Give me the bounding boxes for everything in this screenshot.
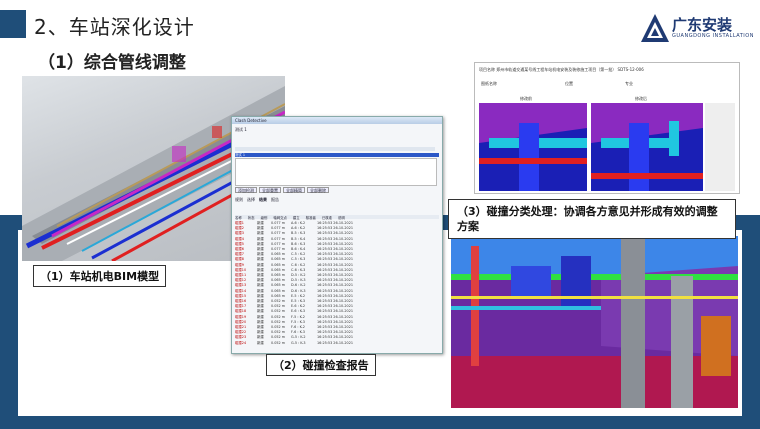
before-label: 修改前 bbox=[520, 96, 532, 101]
table-row[interactable]: 碰撞21 新建 0.052 m F-6 : K-2 16:25:53 26-10-202… bbox=[235, 325, 439, 329]
table-row[interactable]: 碰撞2 新建 0.077 m A-6 : K-2 16:25:53 26-10-2021 bbox=[235, 226, 439, 230]
table-row[interactable]: 碰撞3 新建 0.077 m B-5 : K-3 16:25:53 26-10-2021 bbox=[235, 231, 439, 235]
table-row[interactable]: 碰撞13 新建 0.065 m D-6 : K-2 16:25:53 26-10-202… bbox=[235, 283, 439, 287]
table-row[interactable]: 碰撞9 新建 0.065 m C-6 : K-2 16:25:53 26-10-2021 bbox=[235, 263, 439, 267]
table-row[interactable]: 碰撞5 新建 0.077 m B-6 : K-3 16:25:53 26-10-2021 bbox=[235, 242, 439, 246]
subsection-title: （1）综合管线调整 bbox=[38, 53, 186, 73]
section-title: 2、车站深化设计 bbox=[34, 15, 195, 39]
caption-bim-model: （1）车站机电BIM模型 bbox=[33, 265, 167, 287]
compact-all-button[interactable]: 全部精简 bbox=[283, 187, 305, 193]
doc-label-discipline: 专业 bbox=[625, 81, 633, 86]
table-row[interactable]: 碰撞16 新建 0.052 m E-5 : K-3 16:25:53 26-10-202… bbox=[235, 299, 439, 303]
table-row[interactable]: 碰撞17 新建 0.052 m E-6 : K-2 16:25:53 26-10-202… bbox=[235, 304, 439, 308]
table-row[interactable]: 碰撞23 新建 0.052 m G-5 : K-2 16:25:53 26-10-202… bbox=[235, 335, 439, 339]
logo-name: 广东安装 bbox=[672, 16, 733, 34]
table-row[interactable]: 碰撞8 新建 0.065 m C-5 : K-3 16:25:53 26-10-2021 bbox=[235, 257, 439, 261]
delete-all-button[interactable]: 全部删除 bbox=[307, 187, 329, 193]
table-row[interactable]: 碰撞1 新建 0.077 m A-6 : K-2 16:25:53 26-10-2021 bbox=[235, 221, 439, 225]
table-row[interactable]: 碰撞10 新建 0.065 m C-6 : K-3 16:25:53 26-10-202… bbox=[235, 268, 439, 272]
clash-report-window[interactable]: Clash Detective 测试 1 测试 1 添加检测 全部重置 全部精简… bbox=[231, 116, 443, 354]
clash-3d-scene bbox=[451, 236, 738, 408]
clash-document: 项目名称 郑州市轨道交通某号线工程车站机电安装及装修施工项目（第一批） SDTS… bbox=[474, 62, 740, 194]
table-row[interactable]: 碰撞20 新建 0.052 m F-5 : K-3 16:25:53 26-10-202… bbox=[235, 320, 439, 324]
tab-rules[interactable]: 规则 bbox=[235, 197, 243, 203]
table-row[interactable]: 碰撞7 新建 0.065 m C-5 : K-2 16:25:53 26-10-2021 bbox=[235, 252, 439, 256]
tab-results[interactable]: 结果 bbox=[259, 197, 267, 203]
table-row[interactable]: 碰撞6 新建 0.077 m B-6 : K-4 16:25:53 26-10-2021 bbox=[235, 247, 439, 251]
caption-clash-handling: （3）碰撞分类处理：协调各方意见并形成有效的调整方案 bbox=[448, 199, 736, 239]
tab-report[interactable]: 报告 bbox=[271, 197, 279, 203]
logo-subname: GUANGDONG INSTALLATION bbox=[672, 33, 754, 39]
table-row[interactable]: 碰撞22 新建 0.052 m F-6 : K-3 16:25:53 26-10-202… bbox=[235, 330, 439, 334]
selected-test-row[interactable]: 测试 1 bbox=[235, 153, 439, 157]
logo-mark-icon bbox=[641, 14, 669, 42]
reset-all-button[interactable]: 全部重置 bbox=[259, 187, 281, 193]
test-name: 测试 1 bbox=[235, 127, 247, 132]
doc-label-location: 位置 bbox=[565, 81, 573, 86]
before-after-views bbox=[479, 103, 735, 191]
add-test-button[interactable]: 添加检测 bbox=[235, 187, 257, 193]
table-row[interactable]: 碰撞14 新建 0.065 m D-6 : K-3 16:25:53 26-10-202… bbox=[235, 289, 439, 293]
table-row[interactable]: 碰撞4 新建 0.077 m B-5 : K-4 16:25:53 26-10-2021 bbox=[235, 237, 439, 241]
table-row[interactable]: 碰撞11 新建 0.065 m D-5 : K-2 16:25:53 26-10-202… bbox=[235, 273, 439, 277]
after-label: 修改后 bbox=[635, 96, 647, 101]
company-logo: 广东安装 GUANGDONG INSTALLATION bbox=[640, 12, 755, 46]
table-row[interactable]: 碰撞15 新建 0.065 m E-5 : K-2 16:25:53 26-10-202… bbox=[235, 294, 439, 298]
table-row[interactable]: 碰撞24 新建 0.052 m G-5 : K-3 16:25:53 26-10-202… bbox=[235, 341, 439, 345]
tab-select[interactable]: 选择 bbox=[247, 197, 255, 203]
results-header: 名称 状态 级别 轴网交点 建立 核准者 已核准 说明 bbox=[235, 215, 439, 220]
table-row[interactable]: 碰撞18 新建 0.052 m E-6 : K-3 16:25:53 26-10-202… bbox=[235, 309, 439, 313]
caption-clash-report: （2）碰撞检查报告 bbox=[266, 354, 376, 376]
title-accent-bar bbox=[0, 10, 26, 38]
doc-header: 项目名称 郑州市轨道交通某号线工程车站机电安装及装修施工项目（第一批） SDTS… bbox=[479, 67, 644, 72]
window-title: Clash Detective bbox=[232, 117, 442, 124]
table-row[interactable]: 碰撞12 新建 0.065 m D-5 : K-3 16:25:53 26-10-202… bbox=[235, 278, 439, 282]
table-row[interactable]: 碰撞19 新建 0.052 m F-5 : K-2 16:25:53 26-10-202… bbox=[235, 315, 439, 319]
doc-label-drawing: 图纸名称 bbox=[481, 81, 497, 86]
